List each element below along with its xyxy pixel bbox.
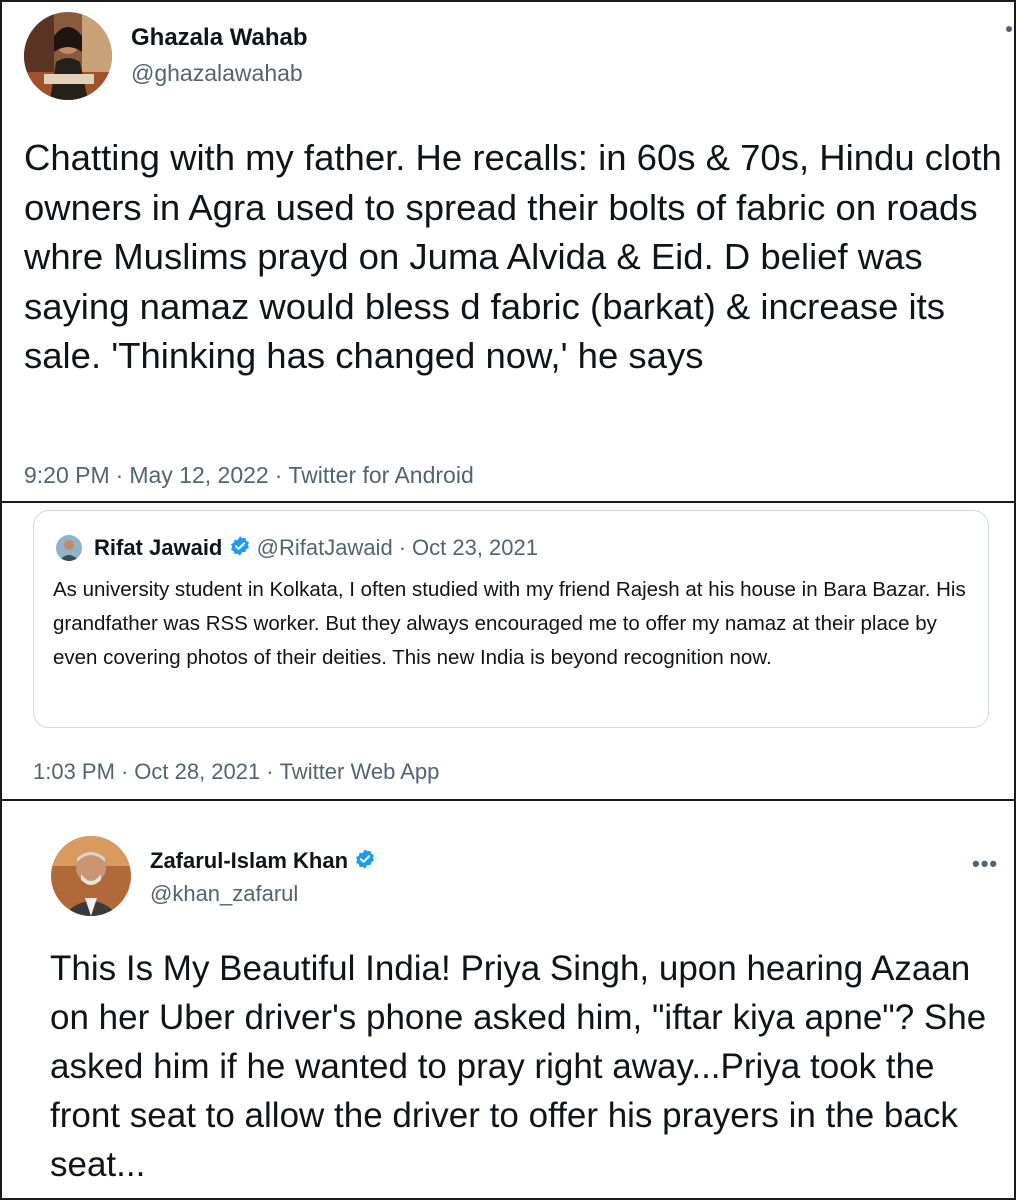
quoted-author-handle[interactable]: @RifatJawaid	[257, 535, 393, 560]
verified-badge-icon	[354, 848, 376, 876]
author-name: Zafarul-Islam Khan	[150, 848, 376, 876]
more-options-icon[interactable]: •••	[972, 851, 998, 877]
tweet-source[interactable]: Twitter Web App	[280, 759, 440, 784]
avatar-ghazala[interactable]	[24, 12, 112, 100]
quoted-text: As university student in Kolkata, I ofte…	[53, 578, 966, 669]
separator: ·	[398, 535, 407, 560]
tweet-card-zafarul: Zafarul-Islam Khan @khan_zafarul ••• Thi…	[0, 799, 1016, 1200]
avatar-zafarul[interactable]	[51, 836, 131, 916]
separator: ·	[120, 759, 129, 784]
tweet-meta: 9:20 PM · May 12, 2022 · Twitter for Android	[24, 462, 474, 489]
avatar-rifat[interactable]	[56, 535, 82, 561]
quoted-header: Rifat Jawaid @RifatJawaid · Oct 23, 2021	[94, 535, 538, 563]
tweet-time[interactable]: 1:03 PM	[33, 759, 115, 784]
tweet-time[interactable]: 9:20 PM	[24, 462, 110, 488]
tweet-date[interactable]: May 12, 2022	[129, 462, 268, 488]
quoted-author-name[interactable]: Rifat Jawaid	[94, 535, 222, 560]
author-handle[interactable]: @ghazalawahab	[131, 60, 303, 87]
author-handle[interactable]: @khan_zafarul	[150, 881, 298, 907]
author-name-text[interactable]: Zafarul-Islam Khan	[150, 848, 348, 873]
separator: ·	[274, 462, 283, 488]
tweet-card-quote: Rifat Jawaid @RifatJawaid · Oct 23, 2021 A…	[0, 501, 1016, 801]
author-name[interactable]: Ghazala Wahab	[131, 24, 307, 52]
separator: ·	[266, 759, 274, 784]
tweet-date[interactable]: Oct 28, 2021	[134, 759, 260, 784]
tweet-text: Chatting with my father. He recalls: in …	[24, 137, 1002, 376]
quoted-date[interactable]: Oct 23, 2021	[412, 535, 538, 560]
separator: ·	[115, 462, 124, 488]
tweet-meta: 1:03 PM · Oct 28, 2021 · Twitter Web App	[33, 759, 439, 785]
tweet-source[interactable]: Twitter for Android	[288, 462, 473, 488]
quoted-tweet[interactable]: Rifat Jawaid @RifatJawaid · Oct 23, 2021 A…	[33, 510, 989, 728]
tweet-text: This Is My Beautiful India! Priya Singh,…	[50, 949, 987, 1184]
more-options-icon[interactable]	[1006, 26, 1012, 32]
tweet-card-ghazala: Ghazala Wahab @ghazalawahab Chatting wit…	[0, 0, 1016, 503]
verified-badge-icon	[229, 535, 251, 563]
